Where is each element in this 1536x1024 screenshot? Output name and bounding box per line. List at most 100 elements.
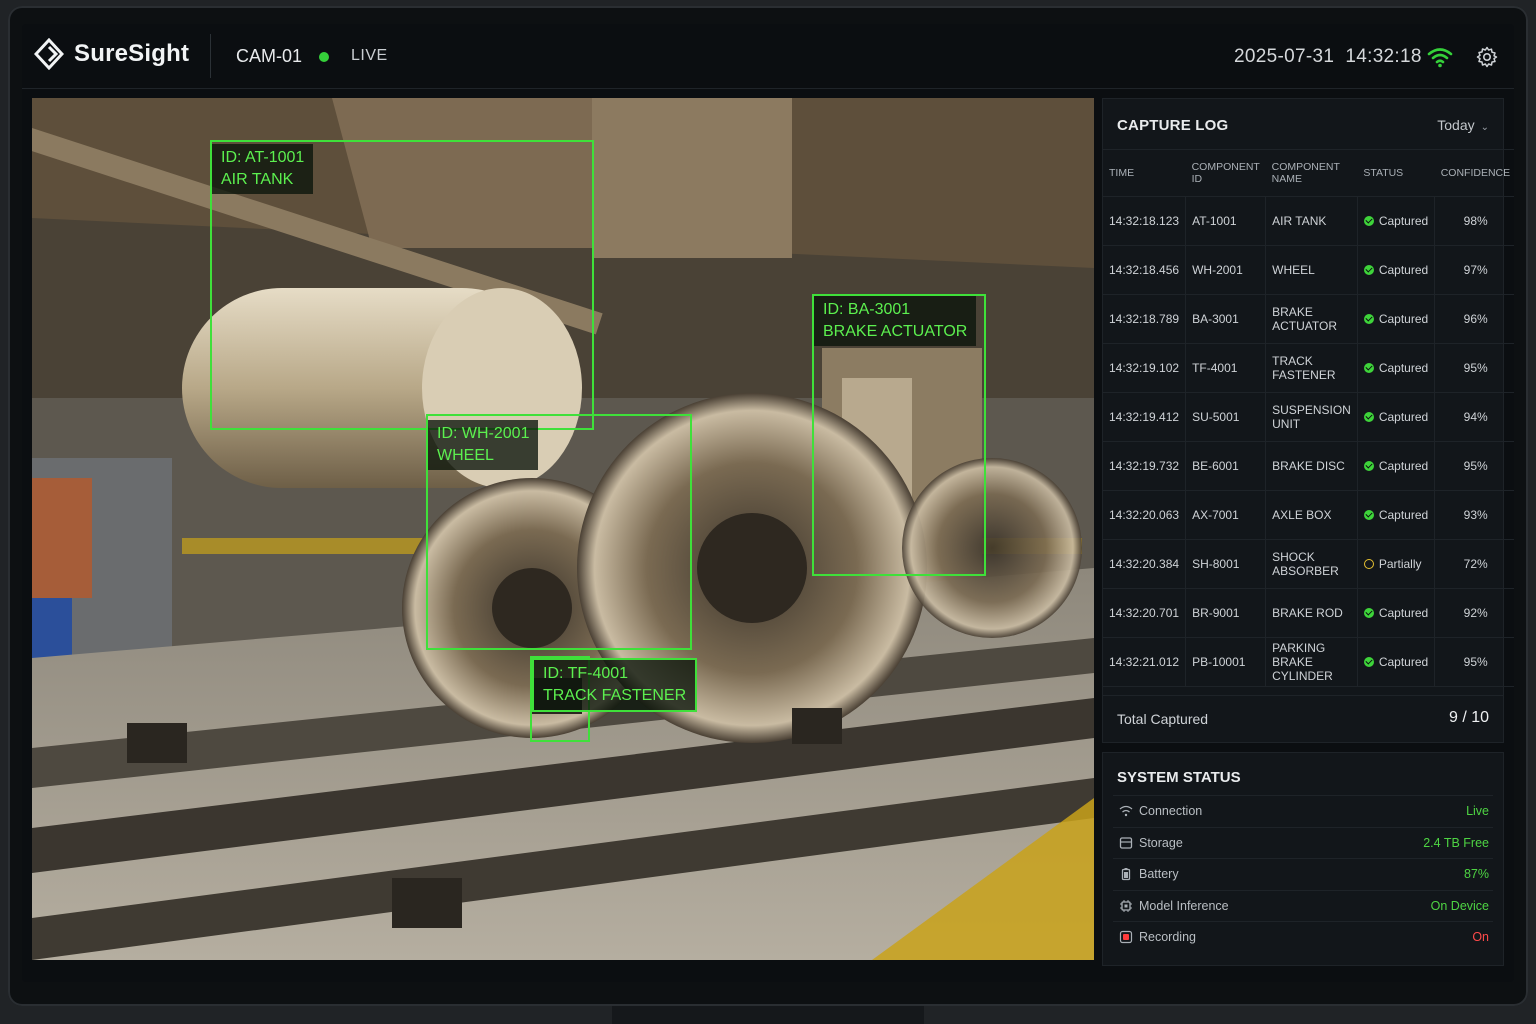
column-header-status[interactable]: STATUS [1357,149,1435,197]
partial-circle-icon [1363,558,1374,569]
status-cell: Captured [1357,637,1436,687]
wifi-icon[interactable] [1427,46,1453,68]
id-cell: BE-6001 [1185,441,1267,491]
period-dropdown[interactable]: Today ⌄ [1437,117,1489,133]
status-text: Captured [1378,507,1429,522]
status-text: Captured [1378,654,1429,669]
detection-label-track-fastener: ID: TF-4001 TRACK FASTENER [532,658,698,712]
table-row[interactable]: 14:32:18.123 AT-1001 AIR TANK Captured 98% [1103,196,1514,246]
check-circle-icon [1363,264,1374,275]
status-cell: Partially [1357,539,1436,589]
column-header-time[interactable]: TIME [1103,149,1186,197]
status-badge: Captured [1363,458,1429,473]
time-cell: 14:32:18.789 [1103,294,1187,344]
time-cell: 14:32:20.701 [1103,588,1187,638]
confidence-cell: 98% [1434,196,1514,246]
id-cell: WH-2001 [1185,245,1267,295]
time-cell: 14:32:18.123 [1103,196,1187,246]
table-row[interactable]: 14:32:19.412 SU-5001 SUSPENSION UNIT Captur… [1103,392,1514,442]
confidence-cell: 95% [1434,441,1514,491]
status-text: Partially [1378,556,1422,571]
id-cell: AX-7001 [1185,490,1267,540]
period-value: Today [1437,117,1475,133]
status-badge: Captured [1363,654,1429,669]
brand-name: SureSight [74,40,190,67]
table-row[interactable]: 14:32:18.456 WH-2001 WHEEL Captured 97% [1103,245,1514,295]
status-badge: Partially [1363,556,1422,571]
brand-logo[interactable]: SureSight [34,38,189,70]
status-cell: Captured [1357,441,1436,491]
check-circle-icon [1363,215,1374,226]
status-row-connection: Connection Live [1113,795,1493,826]
table-row[interactable]: 14:32:20.063 AX-7001 AXLE BOX Captured 93% [1103,490,1514,540]
app-screen: SureSight CAM-01 LIVE 2025-07-31 14:32:1… [22,24,1514,982]
id-cell: TF-4001 [1185,343,1267,393]
status-label: Model Inference [1139,898,1229,913]
table-row[interactable]: 14:32:21.012 PB-10001 PARKING BRAKE CYLIND… [1103,637,1514,687]
system-status-panel: SYSTEM STATUS Connection Live Storage 2.4 T… [1102,752,1504,966]
check-circle-icon [1363,460,1374,471]
id-cell: SH-8001 [1185,539,1267,589]
monitor-stand [612,1006,924,1024]
status-text: Captured [1378,262,1429,277]
header-datetime: 2025-07-31 14:32:18 [1234,46,1422,68]
id-cell: BR-9001 [1185,588,1267,638]
detection-id: ID: WH-2001 [437,425,530,442]
status-cell: Captured [1357,392,1436,442]
name-cell: BRAKE DISC [1265,441,1358,491]
status-text: Captured [1378,409,1429,424]
capture-log-title: CAPTURE LOG [1117,117,1229,134]
storage-icon [1119,836,1133,850]
detection-id: ID: TF-4001 [543,665,629,682]
detection-id: ID: AT-1001 [221,149,305,166]
time-cell: 14:32:19.412 [1103,392,1187,442]
confidence-cell: 93% [1434,490,1514,540]
total-captured-row: Total Captured 9 / 10 [1103,695,1503,742]
capture-log-rows: 14:32:18.123 AT-1001 AIR TANK Captured 98% 14… [1103,196,1514,687]
table-row[interactable]: 14:32:19.732 BE-6001 BRAKE DISC Captured 95% [1103,441,1514,491]
table-row[interactable]: 14:32:18.789 BA-3001 BRAKE ACTUATOR Capture… [1103,294,1514,344]
column-header-confidence[interactable]: CONFIDENCE [1434,149,1514,197]
header-date: 2025-07-31 [1234,46,1335,67]
table-row[interactable]: 14:32:20.384 SH-8001 SHOCK ABSORBER Partial… [1103,539,1514,589]
check-circle-icon [1363,607,1374,618]
detection-name: BRAKE ACTUATOR [823,323,968,340]
status-value: 87% [1463,867,1489,881]
status-badge: Captured [1363,409,1429,424]
status-text: Captured [1378,458,1429,473]
time-cell: 14:32:21.012 [1103,637,1187,687]
status-text: Captured [1378,605,1429,620]
status-value: On Device [1430,898,1489,913]
column-header-component-id[interactable]: COMPONENT ID [1185,149,1266,197]
total-captured-label: Total Captured [1117,711,1209,727]
camera-feed[interactable]: ID: AT-1001 AIR TANK ID: WH-2001 WHEEL I… [32,98,1094,960]
column-header-component-name[interactable]: COMPONENT NAME [1265,149,1358,197]
suresight-logo-icon [34,38,64,70]
detection-name: AIR TANK [221,171,294,188]
detection-label-brake-actuator: ID: BA-3001 BRAKE ACTUATOR [814,296,977,346]
name-cell: SUSPENSION UNIT [1265,392,1358,442]
status-value: On [1472,930,1489,944]
table-row[interactable]: 14:32:19.102 TF-4001 TRACK FASTENER Capture… [1103,343,1514,393]
status-label: Connection [1139,804,1203,818]
name-cell: BRAKE ACTUATOR [1265,294,1358,344]
camera-selector[interactable]: CAM-01 [236,46,302,67]
chevron-down-icon: ⌄ [1480,122,1489,133]
top-bar: SureSight CAM-01 LIVE 2025-07-31 14:32:1… [22,24,1514,89]
time-cell: 14:32:20.063 [1103,490,1187,540]
capture-log-panel: CAPTURE LOG Today ⌄ TIME COMPONENT ID COM… [1102,98,1514,743]
status-badge: Captured [1363,214,1428,228]
wifi-icon [1119,804,1133,818]
check-circle-icon [1363,411,1374,422]
confidence-cell: 95% [1434,637,1514,687]
status-badge: Captured [1363,507,1429,522]
detection-name: WHEEL [437,447,494,464]
status-row-recording: Recording On [1113,921,1493,952]
status-cell: Captured [1357,343,1436,393]
status-badge: Captured [1363,605,1429,620]
table-header-row: TIME COMPONENT ID COMPONENT NAME STATUS … [1103,149,1514,197]
table-row[interactable]: 14:32:20.701 BR-9001 BRAKE ROD Captured 92% [1103,588,1514,638]
settings-gear-icon[interactable] [1476,46,1498,68]
name-cell: WHEEL [1265,245,1358,295]
confidence-cell: 96% [1434,294,1514,344]
